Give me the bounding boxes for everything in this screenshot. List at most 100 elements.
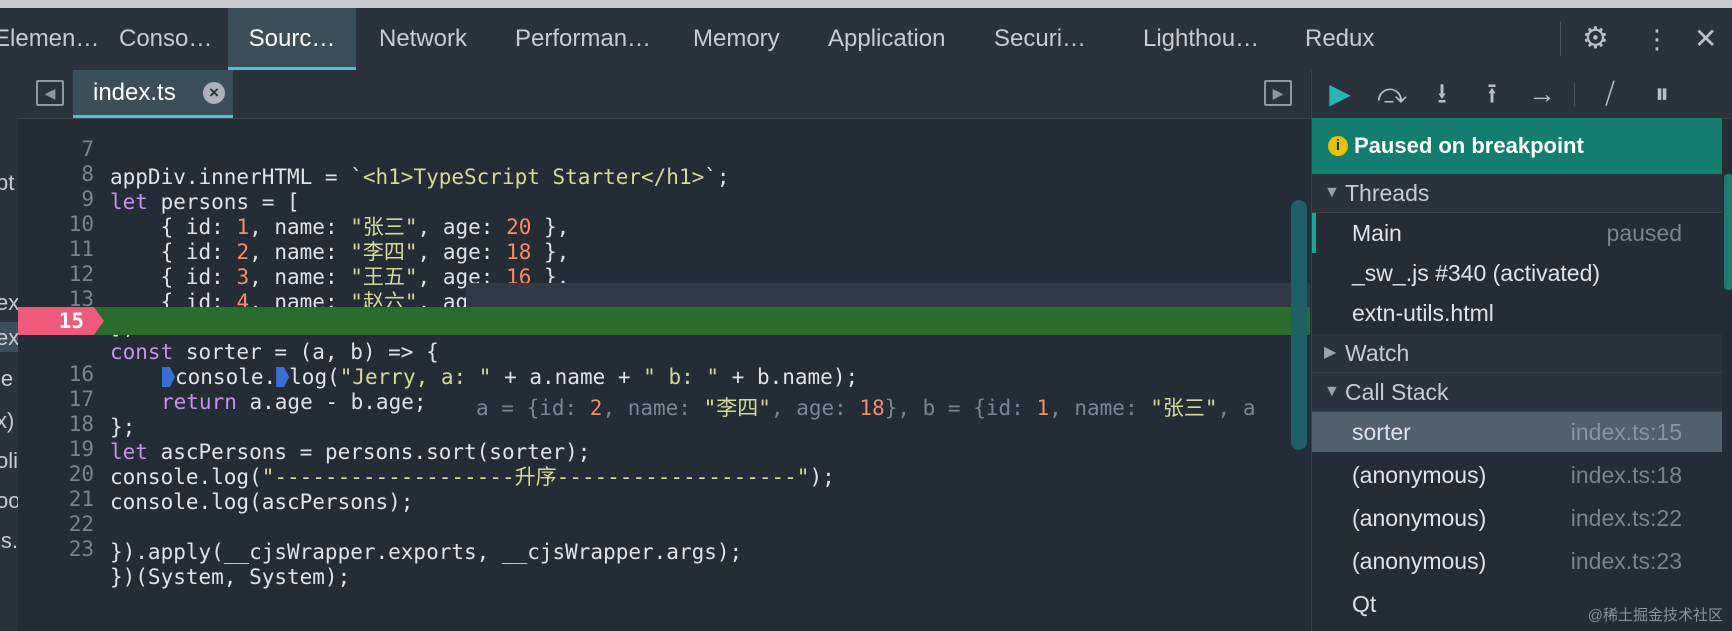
code-line-current: 15 console. log("Jerry, a: " + a.name + "…	[18, 307, 1310, 389]
call-stack-header[interactable]: ▼ Call Stack	[1312, 373, 1722, 412]
frame-function: Qt	[1352, 591, 1377, 617]
paused-banner: i Paused on breakpoint	[1312, 118, 1722, 174]
pause-on-exceptions-icon[interactable]: ⏸	[1642, 70, 1682, 118]
thread-status: paused	[1606, 220, 1682, 246]
chevron-right-icon: ▶	[1324, 344, 1337, 361]
code-line: 21	[18, 457, 1310, 511]
navigator-item[interactable]: le	[0, 366, 13, 392]
code-line: 11 { id: 3, name: "王五", age: 16 },	[18, 207, 1310, 289]
threads-header[interactable]: ▼ Threads	[1312, 174, 1722, 213]
navigator-strip: pt ex ex le x) oli oo ls.	[0, 70, 18, 631]
toggle-debugger-icon[interactable]: ▶	[1264, 80, 1292, 106]
debugger-toolbar: ▶︎ ⤼ ⭳ ⭱ → ⧸ ⏸	[1312, 70, 1732, 119]
call-frame-row[interactable]: (anonymous) index.ts:22	[1312, 498, 1722, 538]
code-editor[interactable]: 7 appDiv.innerHTML = `<h1>TypeScript Sta…	[18, 119, 1310, 631]
chevron-down-icon: ▼	[1324, 184, 1340, 201]
debugger-scrollbar[interactable]	[1724, 174, 1732, 290]
chevron-down-icon: ▼	[1324, 383, 1340, 400]
file-tab-label: index.ts	[93, 79, 176, 106]
code-line: 9 { id: 1, name: "张三", age: 20 },	[18, 157, 1310, 239]
call-frame-row[interactable]: (anonymous) index.ts:23	[1312, 541, 1722, 581]
frame-function: (anonymous)	[1352, 548, 1487, 574]
tab-sources[interactable]: Sourc…	[228, 8, 356, 70]
resume-icon[interactable]: ▶︎	[1320, 70, 1360, 118]
debugger-panel: ▶︎ ⤼ ⭳ ⭱ → ⧸ ⏸ i Paused on breakpoint ▼ …	[1311, 70, 1732, 631]
navigator-item[interactable]: oli	[0, 448, 18, 474]
tab-security[interactable]: Securi…	[994, 8, 1086, 70]
thread-row[interactable]: Main paused	[1312, 213, 1722, 253]
step-icon[interactable]: →	[1522, 70, 1562, 118]
code-line: 12 { id: 4, name: "赵六", age: 40 }	[18, 232, 1310, 314]
tab-performance[interactable]: Performan…	[515, 8, 651, 70]
navigator-item[interactable]: x)	[0, 408, 14, 434]
tab-network[interactable]: Network	[379, 8, 467, 70]
step-over-icon[interactable]: ⤼	[1372, 70, 1412, 118]
toolbar-divider	[1560, 22, 1561, 56]
watermark-text: @稀土掘金技术社区	[1587, 607, 1723, 624]
tab-console[interactable]: Conso…	[119, 8, 212, 70]
frame-function: (anonymous)	[1352, 505, 1487, 531]
tab-application[interactable]: Application	[828, 8, 945, 70]
tab-lighthouse[interactable]: Lighthou…	[1143, 8, 1259, 70]
navigator-item[interactable]: ls.	[0, 528, 18, 554]
code-text: }).apply(__cjsWrapper.exports, __cjsWrap…	[110, 540, 743, 564]
thread-row[interactable]: _sw_.js #340 (activated)	[1312, 253, 1722, 293]
code-line: 17 };	[18, 357, 1310, 439]
toolbar-divider	[1574, 82, 1575, 106]
code-text: })(System, System);	[110, 565, 351, 589]
navigator-item[interactable]: pt	[0, 170, 14, 196]
line-number[interactable]: 23	[18, 535, 94, 563]
section-title: Call Stack	[1345, 379, 1449, 405]
deactivate-breakpoints-icon[interactable]: ⧸	[1590, 70, 1630, 118]
call-frame-row[interactable]: (anonymous) index.ts:18	[1312, 455, 1722, 495]
info-icon: i	[1328, 136, 1348, 156]
tab-redux[interactable]: Redux	[1305, 8, 1374, 70]
frame-location: index.ts:23	[1570, 548, 1682, 574]
tab-memory[interactable]: Memory	[693, 8, 780, 70]
code-line: 14 const sorter = (a, b) => { a = {id: 2…	[18, 282, 1310, 420]
navigator-item[interactable]: ex	[0, 290, 18, 316]
gear-icon[interactable]: ⚙	[1582, 8, 1609, 70]
code-line: 8 let persons = [	[18, 132, 1310, 214]
call-frame-row[interactable]: sorter index.ts:15	[1312, 412, 1722, 452]
watch-header[interactable]: ▶ Watch	[1312, 334, 1722, 373]
frame-function: sorter	[1352, 419, 1411, 445]
kebab-icon[interactable]: ⋮	[1644, 8, 1670, 70]
code-line: 23 })(System, System);	[18, 507, 1310, 589]
navigator-item[interactable]: oo	[0, 488, 18, 514]
editor-scrollbar[interactable]	[1291, 200, 1307, 450]
navigator-item[interactable]: ex	[0, 325, 18, 351]
thread-row[interactable]: extn-utils.html	[1312, 293, 1722, 333]
code-line: 19 console.log("-------------------升序---…	[18, 407, 1310, 489]
code-line: 18 let ascPersons = persons.sort(sorter)…	[18, 382, 1310, 464]
thread-name: Main	[1352, 220, 1402, 246]
thread-name: extn-utils.html	[1352, 300, 1494, 326]
window-top-strip	[0, 0, 1732, 8]
close-icon[interactable]: ✕	[1694, 8, 1717, 70]
line-number: 15	[58, 309, 84, 333]
step-out-icon[interactable]: ⭱	[1472, 70, 1512, 118]
code-line: 22 }).apply(__cjsWrapper.exports, __cjsW…	[18, 482, 1310, 564]
tab-elements[interactable]: Elemen…	[0, 8, 99, 70]
devtools-tab-bar: Elemen… Conso… Sourc… Network Performan……	[0, 0, 1732, 71]
selected-indicator	[1312, 213, 1316, 253]
frame-location: index.ts:18	[1570, 462, 1682, 488]
step-into-icon[interactable]: ⭳	[1422, 70, 1462, 118]
editor-tab-bar: ◀ index.ts × ▶	[18, 70, 1310, 119]
close-tab-icon[interactable]: ×	[203, 82, 225, 104]
code-line: 13 ];	[18, 257, 1310, 339]
code-line: 20 console.log(ascPersons);	[18, 432, 1310, 514]
inline-variable-values	[466, 283, 1310, 309]
breakpoint-marker[interactable]: 15	[18, 307, 104, 335]
code-line: 10 { id: 2, name: "李四", age: 18 },	[18, 182, 1310, 264]
frame-location: index.ts:22	[1570, 505, 1682, 531]
frame-function: (anonymous)	[1352, 462, 1487, 488]
section-title: Watch	[1345, 340, 1410, 366]
file-tab-index-ts[interactable]: index.ts ×	[73, 70, 233, 118]
paused-message: Paused on breakpoint	[1354, 133, 1584, 158]
code-line: 16 return a.age - b.age;	[18, 332, 1310, 414]
frame-location: index.ts:15	[1570, 419, 1682, 445]
thread-name: _sw_.js #340 (activated)	[1352, 260, 1601, 286]
toggle-navigator-icon[interactable]: ◀	[36, 80, 64, 106]
section-title: Threads	[1345, 180, 1430, 206]
